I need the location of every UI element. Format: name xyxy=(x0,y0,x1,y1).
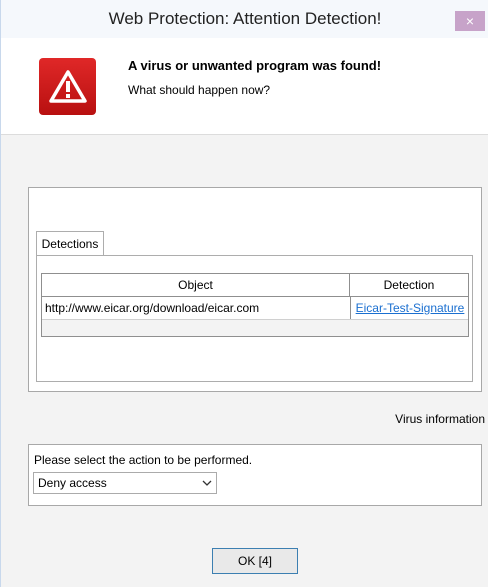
table-empty-area xyxy=(42,320,468,336)
title-bar[interactable]: Web Protection: Attention Detection! × xyxy=(1,0,488,38)
alert-subline: What should happen now? xyxy=(128,83,271,97)
chevron-down-icon xyxy=(202,480,212,486)
window-title: Web Protection: Attention Detection! xyxy=(108,9,382,28)
action-prompt: Please select the action to be performed… xyxy=(34,453,253,467)
close-button[interactable]: × xyxy=(455,11,485,31)
detections-table: Object Detection http://www.eicar.org/do… xyxy=(41,273,469,337)
warning-triangle-icon xyxy=(39,58,96,115)
object-cell: http://www.eicar.org/download/eicar.com xyxy=(45,301,260,315)
table-row[interactable]: http://www.eicar.org/download/eicar.com … xyxy=(42,297,468,320)
table-header: Object Detection xyxy=(42,274,468,297)
column-header-object[interactable]: Object xyxy=(42,274,350,296)
action-select[interactable]: Deny access xyxy=(33,472,217,494)
alert-dialog: Web Protection: Attention Detection! × A… xyxy=(0,0,488,587)
detection-link[interactable]: Eicar-Test-Signature xyxy=(350,297,469,319)
action-select-value: Deny access xyxy=(38,476,107,490)
column-header-detection[interactable]: Detection xyxy=(350,274,468,296)
ok-button[interactable]: OK [4] xyxy=(212,548,298,574)
virus-information-link[interactable]: Virus information xyxy=(395,412,485,426)
tab-detections[interactable]: Detections xyxy=(36,231,104,256)
alert-headline: A virus or unwanted program was found! xyxy=(128,58,382,73)
alert-header: A virus or unwanted program was found! W… xyxy=(1,38,488,135)
